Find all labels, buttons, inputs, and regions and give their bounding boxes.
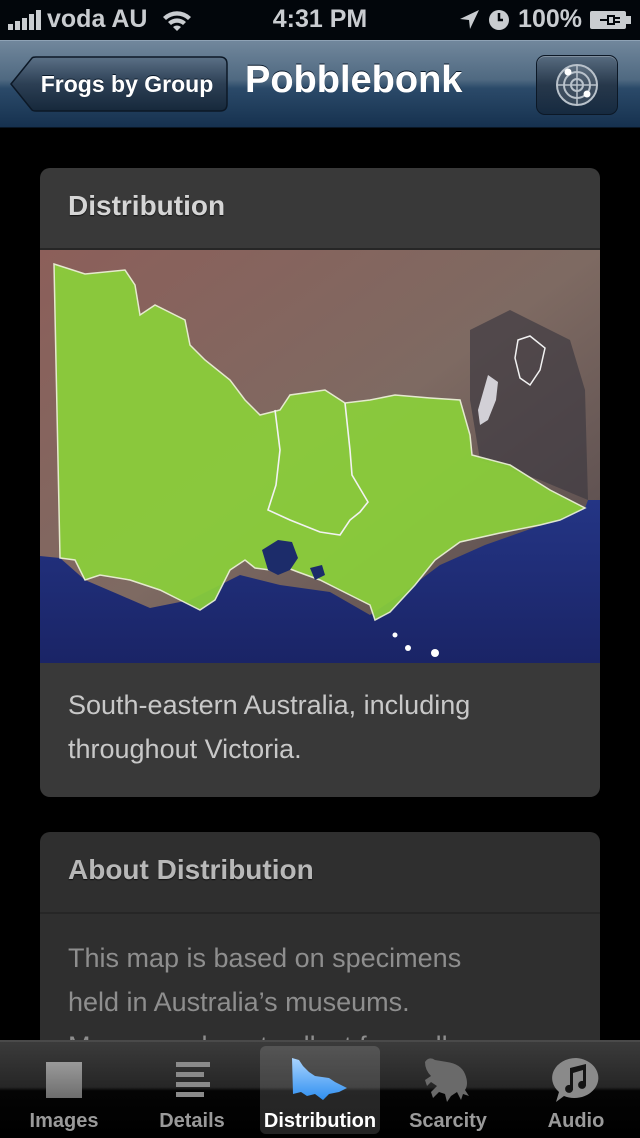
back-button[interactable]: Frogs by Group	[10, 56, 228, 112]
radar-button[interactable]	[536, 55, 618, 115]
distribution-map-image	[40, 250, 600, 663]
about-card-header: About Distribution	[40, 832, 600, 914]
about-card-title: About Distribution	[68, 854, 314, 885]
about-text-line: held in Australia’s museums.	[68, 987, 410, 1017]
tab-scarcity[interactable]: Scarcity	[384, 1042, 512, 1138]
distribution-card: Distribution South-eastern Australia, in…	[40, 168, 600, 797]
tab-audio[interactable]: Audio	[512, 1042, 640, 1138]
distribution-text: South-eastern Australia, including throu…	[68, 690, 471, 764]
status-bar: voda AU 4:31 PM 100%	[0, 0, 640, 40]
about-text-line: Museums do not collect from all	[68, 1024, 572, 1040]
distribution-card-header: Distribution	[40, 168, 600, 250]
distribution-map	[40, 250, 600, 663]
back-button-label: Frogs by Group	[40, 71, 214, 97]
island	[392, 632, 398, 638]
tab-distribution[interactable]: Distribution	[256, 1042, 384, 1138]
island	[405, 645, 411, 651]
location-arrow-icon	[460, 9, 480, 29]
page-title: Pobblebonk	[245, 59, 463, 101]
distribution-card-title: Distribution	[68, 190, 226, 221]
victoria-map-icon	[292, 1058, 347, 1100]
battery-percent: 100%	[518, 5, 582, 33]
tab-label: Distribution	[263, 1110, 377, 1132]
tab-label: Audio	[547, 1110, 605, 1132]
tab-bar: Images Details Distribution Scarcity Aud…	[0, 1040, 640, 1136]
tab-details[interactable]: Details	[128, 1042, 256, 1138]
about-text-line: This map is based on specimens	[68, 943, 462, 973]
alarm-clock-icon	[489, 9, 510, 30]
text-lines-icon	[176, 1062, 210, 1097]
about-distribution-card: About Distribution This map is based on …	[40, 832, 600, 1040]
tab-label: Scarcity	[409, 1110, 487, 1132]
tab-images[interactable]: Images	[0, 1042, 128, 1138]
tab-label: Images	[29, 1110, 99, 1132]
navigation-bar: Frogs by Group Pobblebonk	[0, 40, 640, 128]
frog-icon	[425, 1058, 469, 1102]
music-note-bubble-icon	[552, 1058, 599, 1102]
battery-charging-icon	[590, 10, 631, 29]
image-square-icon	[46, 1062, 82, 1098]
radar-icon	[556, 64, 598, 106]
tab-label: Details	[159, 1110, 225, 1132]
island	[431, 649, 439, 657]
about-card-text: This map is based on specimens held in A…	[40, 914, 600, 1040]
scroll-content[interactable]: Distribution South-eastern Australia, in…	[0, 128, 640, 1040]
